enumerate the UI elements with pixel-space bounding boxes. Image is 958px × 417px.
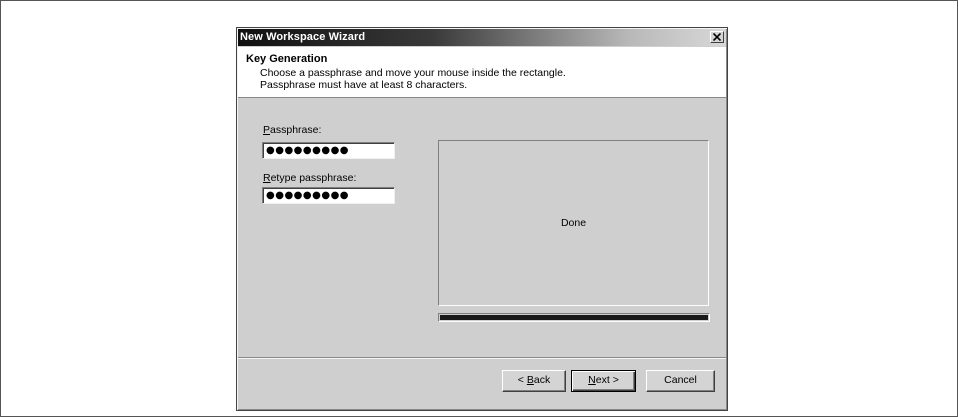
passphrase-field[interactable]: ●●●●●●●●● (262, 142, 395, 159)
title-bar[interactable]: New Workspace Wizard (238, 29, 726, 46)
cancel-button[interactable]: Cancel (646, 370, 715, 392)
close-icon (713, 33, 721, 41)
close-button[interactable] (710, 31, 724, 43)
step-description-line1: Choose a passphrase and move your mouse … (260, 67, 566, 79)
back-button[interactable]: < Back (502, 370, 566, 392)
entropy-status: Done (560, 217, 587, 229)
step-title: Key Generation (246, 53, 328, 65)
next-button[interactable]: Next > (571, 370, 636, 392)
progress-fill (440, 315, 708, 320)
retype-passphrase-field[interactable]: ●●●●●●●●● (262, 187, 395, 204)
step-description-line2: Passphrase must have at least 8 characte… (260, 79, 468, 91)
passphrase-label: Passphrase: (263, 124, 322, 136)
mouse-entropy-area[interactable]: Done (438, 140, 709, 306)
window-title: New Workspace Wizard (240, 31, 366, 43)
wizard-header: Key Generation Choose a passphrase and m… (238, 47, 726, 98)
retype-passphrase-label: Retype passphrase: (263, 172, 357, 184)
footer-divider-highlight (238, 358, 726, 359)
wizard-dialog: New Workspace Wizard Key Generation Choo… (236, 27, 728, 411)
entropy-progress-bar (438, 313, 710, 322)
